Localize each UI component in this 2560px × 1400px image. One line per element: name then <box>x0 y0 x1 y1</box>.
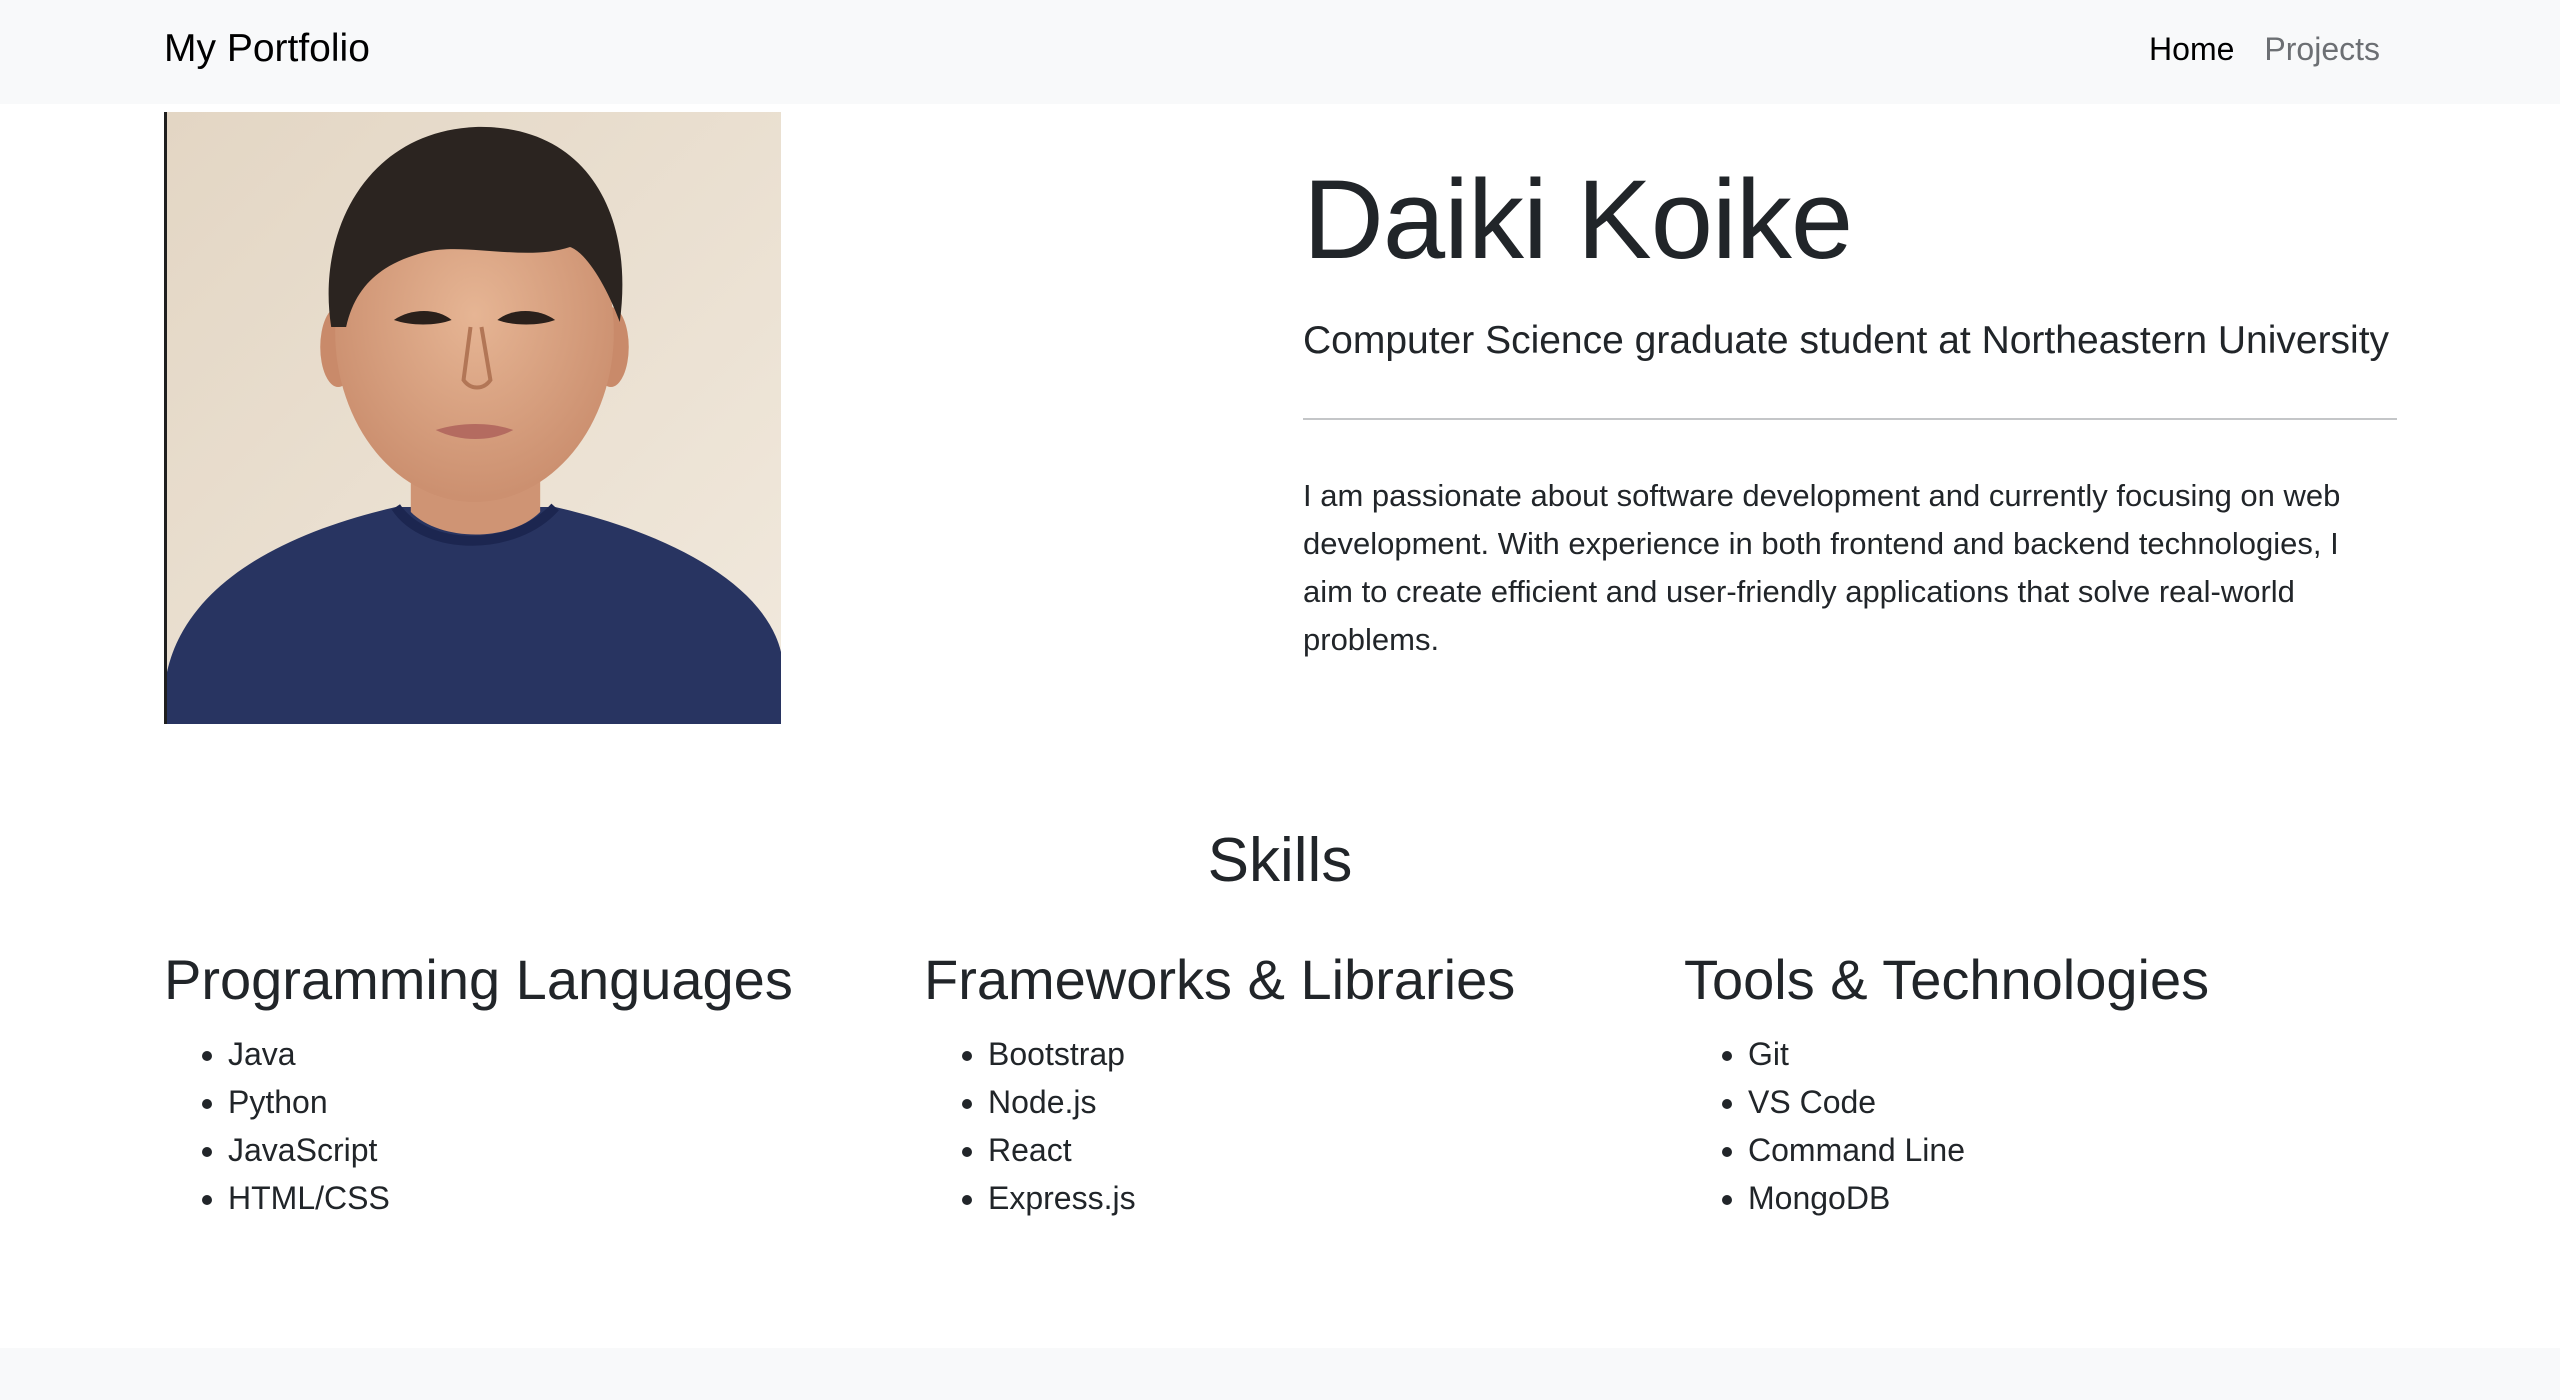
footer <box>0 1348 2560 1400</box>
skill-item: JavaScript <box>228 1126 904 1174</box>
nav-link-home[interactable]: Home <box>2149 26 2234 72</box>
profile-subtitle: Computer Science graduate student at Nor… <box>1303 319 2390 362</box>
skill-category-title: Tools & Technologies <box>1684 948 2210 1011</box>
skill-item: MongoDB <box>1748 1174 2424 1222</box>
skill-category-title: Frameworks & Libraries <box>924 948 1516 1011</box>
nav-links: Home Projects <box>2149 26 2380 72</box>
profile-name: Daiki Koike <box>1303 157 1853 282</box>
skill-item: Express.js <box>988 1174 1664 1222</box>
skill-category-frameworks-libraries: Frameworks & Libraries Bootstrap Node.js… <box>924 940 1664 1222</box>
skill-category-title: Programming Languages <box>164 948 793 1011</box>
skills-heading: Skills <box>1207 826 1353 895</box>
skill-item: React <box>988 1126 1664 1174</box>
skill-item: Java <box>228 1030 904 1078</box>
navbar: My Portfolio Home Projects <box>0 0 2560 104</box>
brand-link[interactable]: My Portfolio <box>164 24 370 74</box>
profile-bio: I am passionate about software developme… <box>1303 478 2341 657</box>
intro-divider <box>1303 418 2397 420</box>
skill-list: Git VS Code Command Line MongoDB <box>1684 1030 2424 1222</box>
skill-item: HTML/CSS <box>228 1174 904 1222</box>
skill-category-tools-technologies: Tools & Technologies Git VS Code Command… <box>1684 940 2424 1222</box>
profile-photo <box>164 112 781 724</box>
skill-item: Python <box>228 1078 904 1126</box>
skill-item: Node.js <box>988 1078 1664 1126</box>
nav-link-projects[interactable]: Projects <box>2264 26 2380 72</box>
skill-item: Command Line <box>1748 1126 2424 1174</box>
skill-item: VS Code <box>1748 1078 2424 1126</box>
skill-item: Git <box>1748 1030 2424 1078</box>
skill-item: Bootstrap <box>988 1030 1664 1078</box>
skill-category-programming-languages: Programming Languages Java Python JavaSc… <box>164 940 904 1222</box>
skill-list: Bootstrap Node.js React Express.js <box>924 1030 1664 1222</box>
intro-section: Daiki Koike Computer Science graduate st… <box>1303 150 2397 664</box>
skill-list: Java Python JavaScript HTML/CSS <box>164 1030 904 1222</box>
